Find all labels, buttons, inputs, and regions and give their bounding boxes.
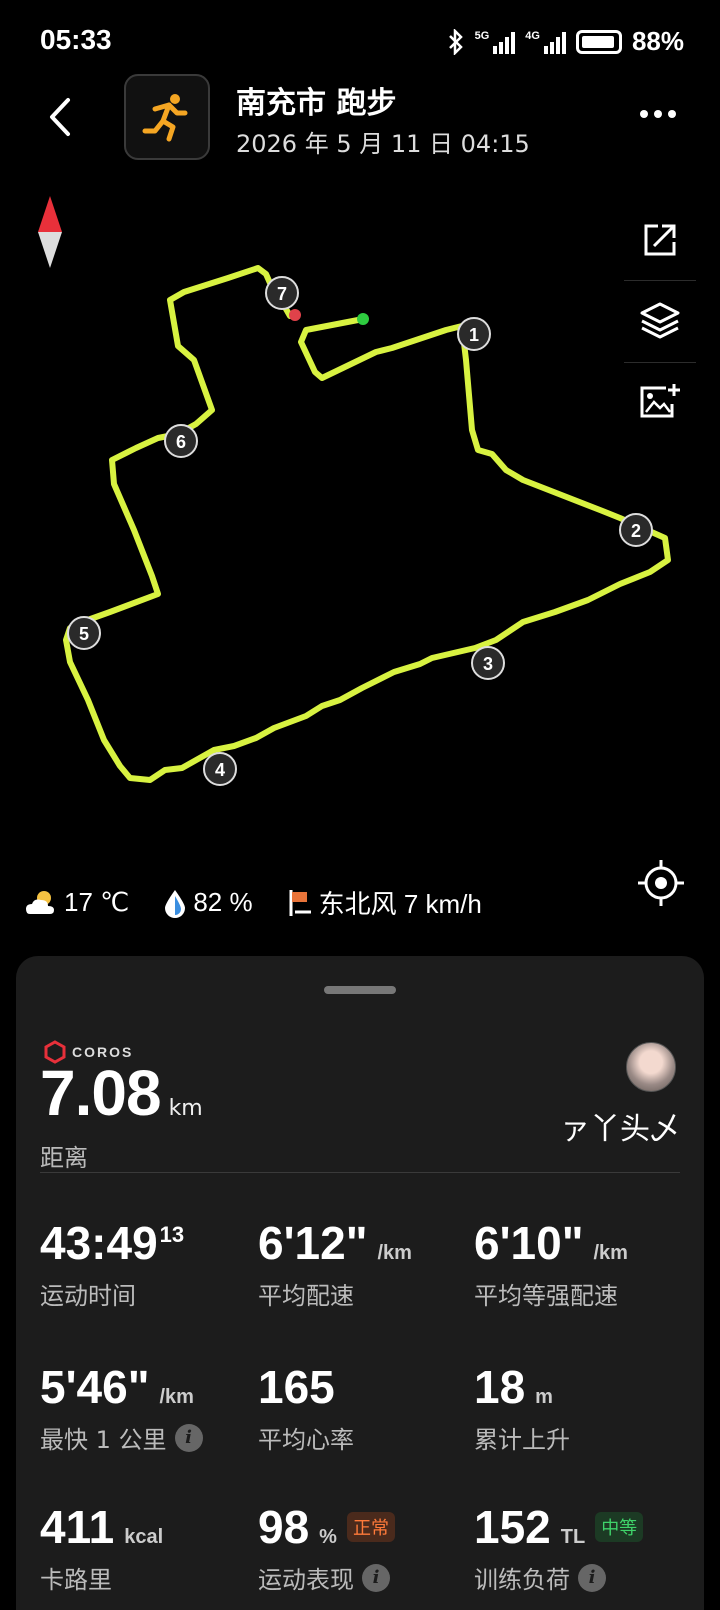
- more-options-button[interactable]: [640, 104, 686, 124]
- humidity-icon: [165, 889, 186, 918]
- stat-duration: 43:49 13 运动时间: [40, 1216, 184, 1311]
- locate-icon[interactable]: [636, 858, 686, 908]
- humidity-value: 82 %: [193, 887, 253, 917]
- stat-value: 152: [474, 1501, 551, 1553]
- km-marker-1-label: 1: [469, 325, 479, 345]
- stat-value: 411: [40, 1501, 115, 1553]
- drag-handle[interactable]: [324, 986, 396, 994]
- add-image-icon: [640, 384, 680, 418]
- card-divider: [40, 1172, 680, 1173]
- distance-unit: km: [168, 1096, 203, 1121]
- stat-fastest-km: 5'46" /km 最快 1 公里 i: [40, 1360, 203, 1455]
- km-marker-3-label: 3: [483, 654, 493, 674]
- map-layers-button[interactable]: [628, 288, 692, 352]
- stat-grade-adjusted-pace: 6'10" /km 平均等强配速: [474, 1216, 628, 1311]
- stat-label: 最快 1 公里: [40, 1426, 167, 1454]
- km-marker-4: 4: [203, 752, 237, 786]
- info-icon[interactable]: i: [578, 1563, 606, 1592]
- km-marker-1: 1: [457, 317, 491, 351]
- route-line: [63, 265, 671, 783]
- km-marker-6: 6: [164, 424, 198, 458]
- more-dot-icon: [640, 110, 648, 118]
- share-icon: [644, 224, 676, 256]
- chevron-left-icon: [50, 98, 70, 136]
- activity-datetime: 2026 年 5 月 11 日 04:15: [236, 130, 530, 158]
- avatar[interactable]: [626, 1042, 676, 1092]
- stat-label: 训练负荷: [474, 1566, 570, 1594]
- km-marker-4-label: 4: [215, 760, 225, 780]
- km-marker-6-label: 6: [176, 432, 186, 452]
- stat-label: 平均心率: [258, 1426, 354, 1454]
- sport-type-badge: [124, 74, 210, 160]
- running-person-icon: [142, 94, 188, 142]
- stat-value: 98: [258, 1501, 310, 1553]
- stat-label-row: 最快 1 公里 i: [40, 1420, 203, 1455]
- status-badge: 正常: [346, 1512, 395, 1542]
- stat-unit: kcal: [124, 1526, 164, 1548]
- stat-label: 运动时间: [40, 1282, 136, 1310]
- km-marker-3: 3: [471, 646, 505, 680]
- stat-label: 运动表现: [258, 1566, 354, 1594]
- distance-value: 7.08: [40, 1057, 162, 1129]
- stat-label: 累计上升: [474, 1426, 570, 1454]
- partly-cloudy-icon: [26, 890, 54, 914]
- stat-value: 165: [258, 1361, 335, 1413]
- page-title: 南充市 跑步: [236, 86, 397, 121]
- more-dot-icon: [668, 110, 676, 118]
- stat-label: 平均配速: [258, 1282, 354, 1310]
- layers-icon: [640, 302, 680, 339]
- info-icon[interactable]: i: [174, 1423, 203, 1452]
- route-start-dot: [357, 313, 369, 325]
- stat-value: 43:49: [40, 1217, 158, 1269]
- stat-centiseconds: 13: [159, 1222, 185, 1247]
- compass-icon[interactable]: [36, 196, 64, 268]
- stat-avg-pace: 6'12" /km 平均配速: [258, 1216, 412, 1311]
- stat-unit: %: [319, 1526, 337, 1548]
- info-icon[interactable]: i: [362, 1563, 390, 1592]
- stat-label: 平均等强配速: [474, 1282, 618, 1310]
- status-badge: 中等: [595, 1512, 644, 1542]
- stat-elevation-gain: 18 m 累计上升: [474, 1360, 570, 1455]
- stat-unit: /km: [159, 1386, 194, 1408]
- share-button[interactable]: [628, 208, 692, 272]
- km-marker-7: 7: [265, 276, 299, 310]
- tool-divider: [624, 280, 696, 281]
- stat-value: 18: [474, 1361, 526, 1413]
- stat-performance: 98 % 正常 运动表现 i: [258, 1500, 395, 1595]
- stat-value: 5'46": [40, 1361, 150, 1413]
- stat-unit: /km: [593, 1242, 628, 1264]
- stat-training-load: 152 TL 中等 训练负荷 i: [474, 1500, 644, 1595]
- tool-divider: [624, 362, 696, 363]
- wind-flag-icon: [289, 889, 311, 916]
- stat-unit: /km: [377, 1242, 412, 1264]
- km-marker-7-label: 7: [277, 284, 287, 304]
- stat-value: 6'12": [258, 1217, 368, 1269]
- temperature-value: 17 ℃: [64, 887, 130, 917]
- km-marker-2: 2: [619, 513, 653, 547]
- stat-value: 6'10": [474, 1217, 584, 1269]
- stat-unit: m: [535, 1386, 553, 1408]
- stat-label-row: 训练负荷 i: [474, 1560, 643, 1595]
- distance-label: 距离: [40, 1144, 88, 1172]
- stat-label-row: 运动表现 i: [258, 1560, 395, 1595]
- stat-calories: 411 kcal 卡路里: [40, 1500, 163, 1595]
- summary-card[interactable]: COROS 7.08 km 距离 ァ丫头乄 43:49 13 运动时间 6'12…: [16, 956, 704, 1610]
- route-end-dot: [289, 309, 301, 321]
- km-marker-5: 5: [67, 616, 101, 650]
- stat-avg-heart-rate: 165 平均心率: [258, 1360, 354, 1455]
- add-photo-button[interactable]: [628, 370, 692, 434]
- km-marker-5-label: 5: [79, 624, 89, 644]
- stat-label: 卡路里: [40, 1566, 112, 1594]
- back-button[interactable]: [42, 92, 82, 142]
- km-marker-2-label: 2: [631, 521, 641, 541]
- distance-value-row: 7.08 km: [40, 1056, 203, 1130]
- weather-bar: 17 ℃ 82 % 东北风 7 km/h: [24, 884, 482, 921]
- stat-unit: TL: [560, 1526, 586, 1548]
- more-dot-icon: [654, 110, 662, 118]
- username: ァ丫头乄: [560, 1112, 680, 1147]
- wind-value: 东北风 7 km/h: [318, 889, 482, 919]
